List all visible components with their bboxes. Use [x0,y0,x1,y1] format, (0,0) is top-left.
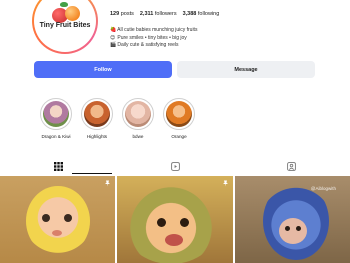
pin-icon [105,180,111,187]
follow-button[interactable]: Follow [34,61,172,78]
bio-line: 🍓 All cutie babies munching juicy fruits [110,27,198,33]
smile-icon: 😊 [110,34,116,41]
post-grid: @Aiblogwith [0,176,350,263]
stat-following[interactable]: 3,388 following [183,11,220,17]
brand-name: Tiny Fruit Bites [39,22,91,29]
highlight-highlights[interactable]: Highlights [81,98,113,139]
profile-bio: 🍓 All cutie babies munching juicy fruits… [110,27,197,50]
orange-icon [65,6,80,21]
highlight-thumbnail [84,101,110,127]
message-button[interactable]: Message [177,61,315,78]
post-tile[interactable] [0,176,116,263]
highlight-label: bdwe [132,134,144,139]
bio-line: 😊 Pure smiles • tiny bites • big joy [110,34,187,41]
story-highlights: Dragon & Kiwi Highlights bdwe Orange [40,98,195,139]
clapper-icon: 🎬 [110,42,117,48]
grid-icon [53,161,63,171]
post-watermark: @Aiblogwith [310,186,336,191]
profile-stats: 129 posts 2,311 followers 3,388 followin… [110,11,219,17]
post-image-baby-banana [26,186,90,256]
active-tab-indicator [72,173,112,174]
bio-line: 🎬 Daily cute & satisfying reels [110,42,179,48]
highlight-orange[interactable]: Orange [163,98,195,139]
highlight-label: Orange [171,134,187,139]
tab-tagged[interactable] [233,158,350,174]
highlight-thumbnail [43,101,69,127]
tagged-icon [287,161,297,171]
highlight-label: Highlights [86,134,108,139]
tab-posts[interactable] [0,158,117,174]
profile-avatar[interactable]: Tiny Fruit Bites [32,0,98,54]
post-tile[interactable] [117,176,233,263]
post-image-baby-kiwi [123,184,220,263]
avatar-logo: Tiny Fruit Bites [34,0,96,52]
highlight-label: Dragon & Kiwi [41,134,71,139]
pin-icon [222,180,228,187]
post-tile[interactable]: @Aiblogwith [234,176,350,263]
highlight-thumbnail [166,101,192,127]
highlight-thumbnail [125,101,151,127]
profile-tabs [0,158,350,174]
leaf-icon [60,2,68,7]
stat-posts[interactable]: 129 posts [110,11,134,17]
highlight-bdwe[interactable]: bdwe [122,98,154,139]
highlight-dragon-kiwi[interactable]: Dragon & Kiwi [40,98,72,139]
strawberry-icon: 🍓 [110,27,117,33]
tab-reels[interactable] [117,158,234,174]
reels-icon [170,161,180,171]
stat-followers[interactable]: 2,311 followers [140,11,177,17]
